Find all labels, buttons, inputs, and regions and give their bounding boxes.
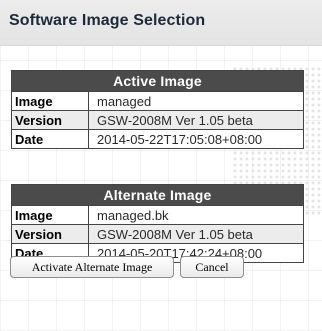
table-row: Version GSW-2008M Ver 1.05 beta — [11, 110, 304, 130]
active-image-header: Active Image — [11, 70, 304, 92]
image-label: Image — [11, 205, 89, 225]
version-value: GSW-2008M Ver 1.05 beta — [88, 110, 304, 130]
table-row: Image managed — [11, 91, 304, 111]
page-title: Software Image Selection — [9, 12, 206, 29]
image-value: managed.bk — [88, 205, 304, 225]
date-label: Date — [11, 129, 89, 149]
table-row: Version GSW-2008M Ver 1.05 beta — [11, 224, 304, 244]
image-value: managed — [88, 91, 304, 111]
active-image-table: Active Image Image managed Version GSW-2… — [11, 70, 304, 149]
image-label: Image — [11, 91, 89, 111]
alternate-image-table: Alternate Image Image managed.bk Version… — [11, 184, 304, 263]
table-header-row: Alternate Image — [11, 184, 304, 206]
title-bar: Software Image Selection — [0, 0, 322, 46]
version-value: GSW-2008M Ver 1.05 beta — [88, 224, 304, 244]
table-row: Image managed.bk — [11, 205, 304, 225]
date-value: 2014-05-22T17:05:08+08:00 — [88, 129, 304, 149]
activate-alternate-image-button[interactable]: Activate Alternate Image — [10, 256, 174, 278]
table-header-row: Active Image — [11, 70, 304, 92]
alternate-image-header: Alternate Image — [11, 184, 304, 206]
version-label: Version — [11, 224, 89, 244]
cancel-button[interactable]: Cancel — [180, 256, 244, 278]
version-label: Version — [11, 110, 89, 130]
table-row: Date 2014-05-22T17:05:08+08:00 — [11, 129, 304, 149]
